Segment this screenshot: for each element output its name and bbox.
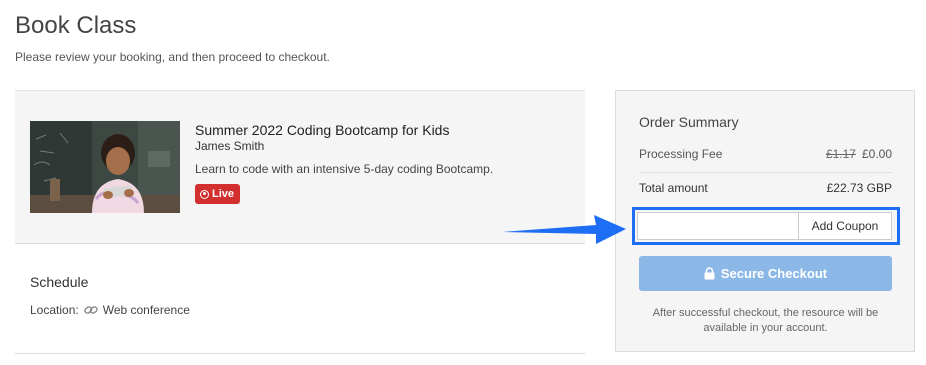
processing-fee-value: £0.00 <box>861 147 892 161</box>
processing-fee-original: £1.17 <box>825 147 856 161</box>
add-coupon-button[interactable]: Add Coupon <box>798 212 892 240</box>
order-summary-title: Order Summary <box>639 114 739 130</box>
schedule-heading: Schedule <box>30 274 89 290</box>
annotation-arrow-icon <box>500 212 628 246</box>
live-badge: Live <box>195 184 241 204</box>
class-thumbnail-image[interactable] <box>30 121 180 213</box>
location-value: Web conference <box>102 303 190 317</box>
page-subtitle: Please review your booking, and then pro… <box>15 50 330 64</box>
live-record-icon <box>200 189 209 199</box>
secure-checkout-button[interactable]: Secure Checkout <box>639 256 892 291</box>
processing-fee-label: Processing Fee <box>639 147 723 161</box>
location-label: Location: <box>30 303 79 317</box>
link-icon <box>83 304 98 316</box>
processing-fee-values: £1.17 £0.00 <box>826 147 892 161</box>
total-amount-label: Total amount <box>639 181 708 195</box>
live-badge-label: Live <box>212 188 235 200</box>
coupon-highlight-box: Add Coupon <box>632 207 900 245</box>
lock-icon <box>704 267 715 280</box>
section-divider <box>15 353 585 354</box>
total-amount-value: £22.73 GBP <box>826 181 892 195</box>
location-row: Location: Web conference <box>30 303 190 317</box>
secure-checkout-label: Secure Checkout <box>720 266 828 281</box>
order-summary-panel: Order Summary Processing Fee £1.17 £0.00… <box>615 90 915 352</box>
class-instructor: James Smith <box>195 139 265 153</box>
total-amount-row: Total amount £22.73 GBP <box>639 181 892 195</box>
coupon-code-input[interactable] <box>637 212 799 240</box>
class-description: Learn to code with an intensive 5-day co… <box>195 162 494 176</box>
processing-fee-row: Processing Fee £1.17 £0.00 <box>639 147 892 173</box>
class-title[interactable]: Summer 2022 Coding Bootcamp for Kids <box>195 122 449 138</box>
page-title: Book Class <box>15 12 137 39</box>
checkout-note: After successful checkout, the resource … <box>652 307 879 334</box>
